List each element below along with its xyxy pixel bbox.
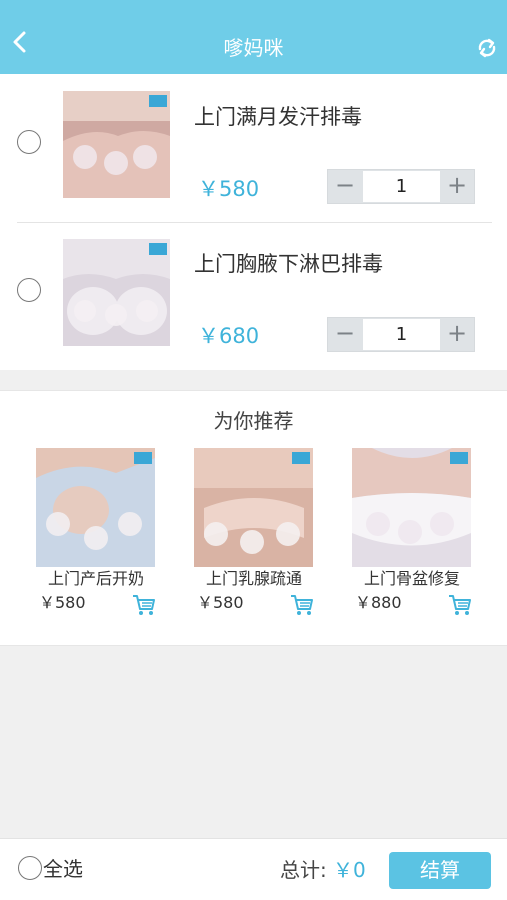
total-label: 总计: <box>280 858 327 882</box>
recommend-item[interactable]: 上门骨盆修复 ￥880 <box>352 448 492 623</box>
recommend-price: ￥880 <box>355 593 402 612</box>
recommend-name[interactable]: 上门乳腺疏通 <box>194 568 334 590</box>
recommend-item[interactable]: 上门产后开奶 ￥580 <box>36 448 176 623</box>
checkout-button[interactable]: 结算 <box>389 852 491 889</box>
recommend-price: ￥580 <box>197 593 244 612</box>
recommend-name[interactable]: 上门产后开奶 <box>36 568 176 590</box>
quantity-stepper: − 1 + <box>327 169 475 204</box>
bottom-bar: 全选 总计: ￥0 结算 <box>0 838 507 900</box>
recommend-image[interactable] <box>352 448 471 567</box>
cart-item: 上门胸腋下淋巴排毒 ￥680 − 1 + <box>0 223 507 371</box>
select-all-radio[interactable] <box>18 856 42 880</box>
quantity-stepper: − 1 + <box>327 317 475 352</box>
recommend-image[interactable] <box>36 448 155 567</box>
recommend-name[interactable]: 上门骨盆修复 <box>352 568 492 590</box>
cart-list: 上门满月发汗排毒 ￥580 − 1 + 上门胸腋下淋巴排毒 ￥680 − 1 + <box>0 74 507 370</box>
app-header: 嗲妈咪 <box>0 0 507 74</box>
recommend-image[interactable] <box>194 448 313 567</box>
cart-icon[interactable] <box>290 594 314 616</box>
product-name[interactable]: 上门满月发汗排毒 <box>194 102 362 132</box>
recommend-item[interactable]: 上门乳腺疏通 ￥580 <box>194 448 334 623</box>
cart-icon[interactable] <box>132 594 156 616</box>
page-title: 嗲妈咪 <box>223 36 284 60</box>
select-all-label[interactable]: 全选 <box>43 855 83 883</box>
recommend-price: ￥580 <box>39 593 86 612</box>
cart-icon[interactable] <box>448 594 472 616</box>
product-image[interactable] <box>63 239 170 346</box>
item-select-radio[interactable] <box>17 278 41 302</box>
recommend-section: 为你推荐 上门产后开奶 ￥580 上门乳腺疏通 ￥580 上门骨盆修复 ￥880 <box>0 390 507 646</box>
product-price: ￥680 <box>198 324 260 348</box>
cart-item: 上门满月发汗排毒 ￥580 − 1 + <box>0 74 507 223</box>
increase-button[interactable]: + <box>440 170 474 203</box>
product-image[interactable] <box>63 91 170 198</box>
total-value: ￥0 <box>333 858 366 882</box>
quantity-field[interactable]: 1 <box>363 171 440 202</box>
refresh-icon[interactable] <box>475 36 499 60</box>
item-select-radio[interactable] <box>17 130 41 154</box>
increase-button[interactable]: + <box>440 318 474 351</box>
recommend-title: 为你推荐 <box>213 409 294 433</box>
product-price: ￥580 <box>198 177 260 201</box>
decrease-button[interactable]: − <box>328 170 362 203</box>
product-name[interactable]: 上门胸腋下淋巴排毒 <box>194 249 383 279</box>
quantity-field[interactable]: 1 <box>363 319 440 350</box>
decrease-button[interactable]: − <box>328 318 362 351</box>
